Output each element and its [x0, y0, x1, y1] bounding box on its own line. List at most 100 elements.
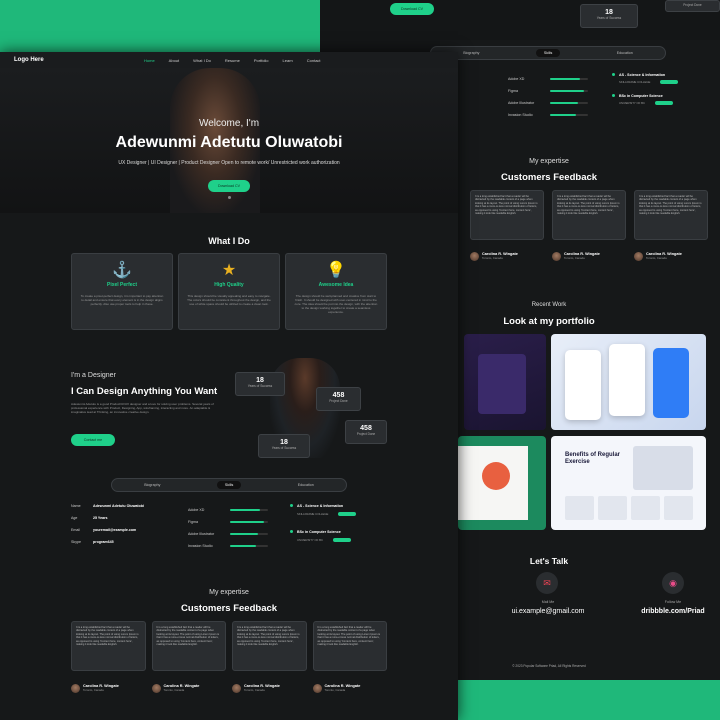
author-role: Toronto, Canada: [324, 688, 346, 692]
hero: Welcome, I'm Adewunmi Adetutu Oluwatobi …: [0, 68, 458, 213]
back-edu-title: AS - Science & Information: [619, 73, 666, 77]
bio-row: Age 25 Years: [71, 516, 181, 528]
stat-number: 458: [332, 392, 345, 399]
nav-link-portfolio[interactable]: Portfolio: [254, 58, 269, 63]
skill-bar: [230, 545, 256, 547]
back-tab-education[interactable]: Education: [609, 49, 641, 57]
back-edu-sub: SKILLFRAME COLLEGE: [619, 80, 651, 84]
back-skill-name: Adobe XD: [508, 77, 525, 81]
back-skill-bar: [550, 102, 578, 104]
edu-sub: SKILLFRAME COLLEGE: [297, 512, 329, 516]
back-author: Carolina R. Wingate Toronto, Canada: [634, 252, 708, 261]
author: Carolina R. Wingate Toronto, Canada: [312, 684, 388, 693]
back-tab-skills[interactable]: Skills: [535, 49, 561, 57]
back-feedback-text: It is a long established fact that a rea…: [475, 195, 538, 216]
back-feedback-text: It is a long established fact that a rea…: [639, 195, 702, 216]
back-skill-row: Adobe XD: [508, 73, 608, 85]
author-role: Toronto, Canada: [482, 256, 503, 260]
back-edu-item: AS - Science & Information SKILLFRAME CO…: [612, 73, 718, 84]
top-stat-number: 18: [605, 9, 613, 16]
author: Carolina R. Wingate Toronto, Canada: [151, 684, 227, 693]
back-author: Carolina R. Wingate Toronto, Canada: [552, 252, 626, 261]
download-cv-button[interactable]: Download CV: [208, 180, 250, 192]
back-feedback-authors: Carolina R. Wingate Toronto, Canada Carol…: [470, 252, 720, 261]
mail-icon[interactable]: ✉: [536, 572, 558, 594]
nav-link-learn[interactable]: Learn: [283, 58, 293, 63]
author-role: Toronto, Canada: [163, 688, 185, 692]
nav-link-about[interactable]: About: [169, 58, 179, 63]
nav-link-resume[interactable]: Resume: [225, 58, 240, 63]
tab-biography[interactable]: Biography: [136, 481, 168, 489]
service-title: Awesome Idea: [318, 282, 354, 288]
portfolio-item-app[interactable]: [551, 334, 706, 430]
avatar: [634, 252, 643, 261]
back-skill-row: Figma: [508, 85, 608, 97]
portfolio-kicker: Recent Work: [531, 302, 567, 308]
portfolio-item-exercise[interactable]: Benefits of Regular Exercise: [551, 436, 706, 530]
designer-title: I Can Design Anything You Want: [71, 386, 218, 397]
portfolio-phone-1: [565, 350, 601, 420]
stat-label: Project Done: [329, 399, 348, 403]
nav-link-what-i-do[interactable]: What I Do: [193, 58, 211, 63]
feedback-authors: Carolina R. Wingate Toronto, Canada Carol…: [71, 684, 387, 693]
portfolio-food-mock: [458, 446, 528, 520]
feedback-title: Customers Feedback: [180, 603, 278, 614]
exercise-image: [633, 446, 693, 490]
back-skill-row: Invasion Studio: [508, 109, 608, 121]
bio-value: 25 Years: [93, 516, 108, 520]
bio-label: Name: [71, 504, 81, 508]
contact-me-button[interactable]: Contact me: [71, 434, 115, 446]
slider-dot[interactable]: [228, 196, 231, 199]
feedback-text: It is a long established fact that a rea…: [76, 626, 139, 647]
bio-label: Skype: [71, 540, 81, 544]
top-stat-label-2: Project Done: [683, 3, 702, 7]
portfolio-item-food[interactable]: [458, 436, 546, 530]
dribbble-icon[interactable]: ◉: [662, 572, 684, 594]
back-feedback-title: Customers Feedback: [500, 172, 598, 183]
feedback-card: It is a long established fact that a rea…: [71, 621, 146, 671]
feedback-card: It is a long established fact that a rea…: [312, 621, 387, 671]
edu-title: AS - Science & Information: [297, 504, 344, 508]
portfolio-title: Look at my portfolio: [503, 316, 595, 327]
service-card-pixel-perfect: ⚓ Pixel Perfect To create a pixel-perfec…: [71, 253, 173, 330]
back-edu-title: BSc in Computer Science: [619, 94, 663, 98]
tab-skills[interactable]: Skills: [216, 481, 242, 489]
back-skills-list: Adobe XD Figma Adobe Illustrator Invasio…: [508, 73, 608, 121]
back-skill-bar: [550, 114, 576, 116]
portfolio-item-analytics[interactable]: [464, 334, 546, 430]
edu-dot-icon: [290, 504, 293, 507]
designer-text: Adewunmi Adetutu is a good Product/UI/UX…: [71, 402, 214, 414]
service-text: The design should be well-planned and cr…: [294, 294, 378, 314]
feedback-card: It is a long established fact that a rea…: [232, 621, 307, 671]
skill-row: Invasion Studio: [188, 540, 278, 552]
nav-link-contact[interactable]: Contact: [307, 58, 321, 63]
bio-list: Name Adewunmi Adetutu Oluwatobi Age 25 Yea…: [71, 504, 181, 552]
back-skill-name: Figma: [508, 89, 518, 93]
bio-value: program645: [93, 540, 114, 544]
edu-dot-icon: [290, 530, 293, 533]
tab-education[interactable]: Education: [290, 481, 322, 489]
skill-bar: [230, 509, 260, 511]
hero-subtitle: UX Designer | UI Designer | Product Desi…: [118, 160, 340, 166]
mail-address[interactable]: ui.example@gmail.com: [490, 608, 606, 615]
back-tab-biography[interactable]: Biography: [455, 49, 487, 57]
exercise-title: Benefits of Regular Exercise: [565, 452, 621, 465]
back-skill-bar: [550, 90, 584, 92]
back-feedback-card: It is a long established fact that a rea…: [552, 190, 626, 240]
edu-item: AS - Science & Information SKILLFRAME CO…: [290, 504, 390, 516]
top-stat-card: 18 Years of Success: [580, 4, 638, 28]
skill-row: Adobe Illustrator: [188, 528, 278, 540]
nav-link-home[interactable]: Home: [144, 58, 155, 63]
follow-link[interactable]: dribbble.com/Priad: [626, 608, 720, 615]
hero-name: Adewunmi Adetutu Oluwatobi: [115, 134, 343, 151]
top-download-button[interactable]: Download CV: [390, 3, 434, 15]
skill-name: Figma: [188, 520, 198, 524]
logo[interactable]: Logo Here: [14, 57, 144, 63]
food-image: [482, 462, 510, 490]
stat-label: Years of Success: [247, 384, 273, 388]
back-skill-bar: [550, 78, 580, 80]
bio-label: Email: [71, 528, 80, 532]
green-backdrop-bottom: [440, 676, 720, 720]
portfolio-phone-3: [653, 348, 689, 418]
author-role: Toronto, Canada: [646, 256, 667, 260]
